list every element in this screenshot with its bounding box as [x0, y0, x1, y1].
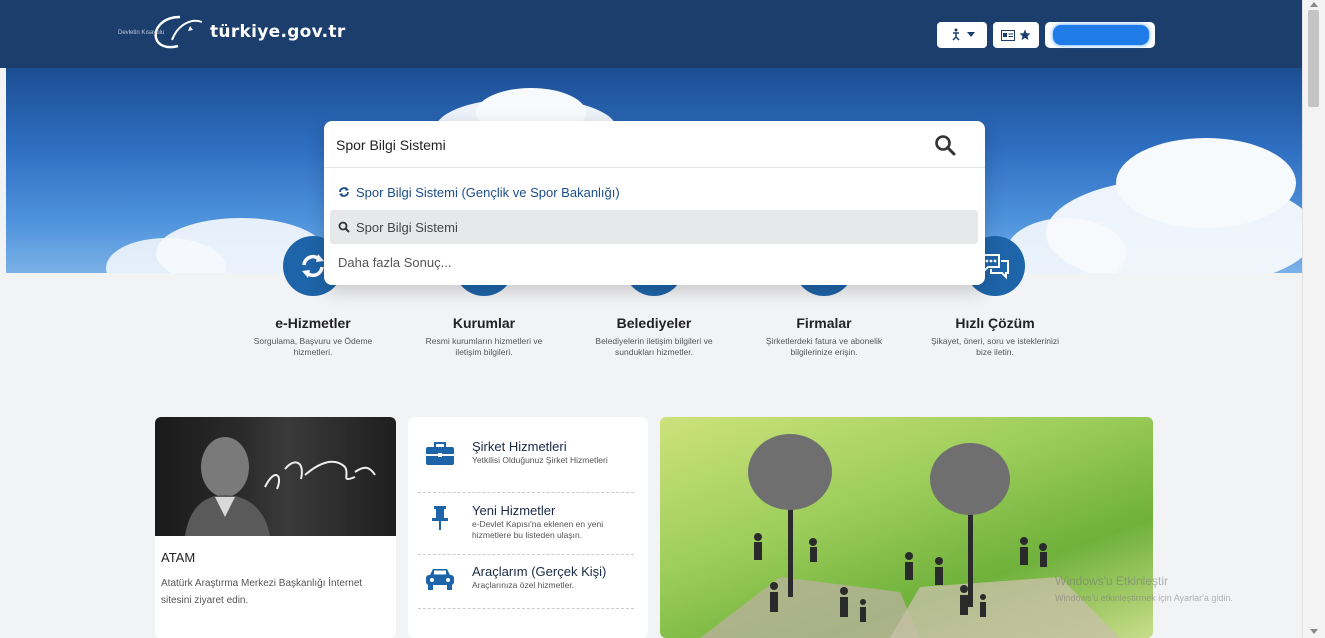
- logo-text: türkiye.gov.tr: [210, 22, 346, 42]
- caret-down-icon: [967, 32, 975, 37]
- atam-card[interactable]: ATAM Atatürk Araştırma Merkezi Başkanlığ…: [155, 417, 396, 638]
- suggestion-label: Spor Bilgi Sistemi: [356, 219, 458, 235]
- service-desc: Şirketlerdeki fatura ve abonelik bilgile…: [765, 336, 883, 357]
- list-item-title: Araçlarım (Gerçek Kişi): [472, 564, 607, 579]
- ataturk-photo: [155, 417, 396, 536]
- service-desc: Belediyelerin iletişim bilgileri ve sund…: [595, 336, 713, 357]
- site-logo[interactable]: türkiye.gov.tr: [150, 14, 346, 50]
- search-button[interactable]: [928, 129, 962, 161]
- list-divider: [418, 608, 634, 609]
- service-title: e-Hizmetler: [275, 315, 351, 331]
- scroll-up-arrow-icon[interactable]: [1310, 2, 1318, 7]
- suggestion-item[interactable]: Spor Bilgi Sistemi (Gençlik ve Spor Baka…: [330, 175, 978, 209]
- service-title: Belediyeler: [616, 315, 692, 331]
- favorites-button[interactable]: [993, 22, 1039, 48]
- list-item-desc: Yetkilisi Olduğunuz Şirket Hizmetleri: [472, 455, 608, 465]
- service-desc: Şikayet, öneri, soru ve isteklerinizi bi…: [930, 336, 1060, 357]
- atam-title: ATAM: [161, 550, 196, 565]
- search-icon: [935, 135, 956, 156]
- service-title: Firmalar: [796, 315, 852, 331]
- list-divider: [418, 492, 634, 493]
- ataturk-portrait-illustration: [185, 437, 376, 536]
- list-item-title: Yeni Hizmetler: [472, 503, 556, 518]
- list-item-araclarim[interactable]: Araçlarım (Gerçek Kişi) Araçlarınıza öze…: [420, 564, 634, 594]
- service-title: Hızlı Çözüm: [955, 315, 1035, 331]
- list-item-desc: e-Devlet Kapısı'na eklenen en yeni hizme…: [472, 519, 604, 540]
- family-tree-banner[interactable]: [660, 417, 1153, 638]
- logo-tagline: Devletin Kısayolu: [118, 30, 165, 36]
- list-item-desc: Araçlarınıza özel hizmetler.: [472, 580, 575, 590]
- refresh-icon: [339, 187, 349, 197]
- service-desc: Resmi kurumların hizmetleri ve iletişim …: [425, 336, 543, 357]
- list-item-title: Şirket Hizmetleri: [472, 439, 567, 454]
- watermark-title: Windows'u Etkinleştir: [1055, 574, 1168, 588]
- list-divider: [418, 554, 634, 555]
- watermark-subtitle: Windows'u etkinleştirmek için Ayarlar'a …: [1055, 593, 1233, 603]
- suggestion-label: Spor Bilgi Sistemi (Gençlik ve Spor Baka…: [356, 184, 620, 200]
- scroll-thumb[interactable]: [1308, 10, 1319, 107]
- search-panel: Spor Bilgi Sistemi (Gençlik ve Spor Baka…: [324, 121, 985, 285]
- star-icon: [1019, 29, 1031, 40]
- list-item-yeni-hizmetler[interactable]: Yeni Hizmetler e-Devlet Kapısı'na eklene…: [420, 503, 634, 541]
- search-input[interactable]: [336, 133, 916, 157]
- search-icon: [338, 221, 350, 233]
- top-bar: türkiye.gov.tr Devletin Kısayolu: [0, 0, 1302, 68]
- accessibility-button[interactable]: [937, 22, 987, 48]
- family-tree-illustration: [700, 434, 1120, 638]
- pin-icon: [420, 503, 460, 533]
- list-item-sirket-hizmetleri[interactable]: Şirket Hizmetleri Yetkilisi Olduğunuz Şi…: [420, 439, 634, 469]
- user-menu-button[interactable]: [1045, 22, 1155, 48]
- redacted-username: [1053, 25, 1149, 45]
- windows-activation-watermark: Windows'u Etkinleştir Windows'u etkinleş…: [1055, 574, 1233, 603]
- suggestion-item[interactable]: Spor Bilgi Sistemi: [330, 210, 978, 244]
- accessibility-icon: [952, 28, 960, 41]
- quick-links-card: Şirket Hizmetleri Yetkilisi Olduğunuz Şi…: [408, 417, 648, 638]
- service-desc: Sorgulama, Başvuru ve Ödeme hizmetleri.: [253, 336, 373, 357]
- briefcase-icon: [420, 439, 460, 469]
- search-divider: [324, 167, 985, 168]
- id-card-icon: [1001, 29, 1015, 41]
- scroll-down-arrow-icon[interactable]: [1310, 629, 1318, 634]
- atam-description: Atatürk Araştırma Merkezi Başkanlığı İnt…: [161, 578, 363, 606]
- car-icon: [420, 564, 460, 594]
- more-results-link[interactable]: Daha fazla Sonuç...: [330, 245, 978, 279]
- page-scrollbar[interactable]: [1302, 0, 1325, 638]
- service-title: Kurumlar: [452, 315, 516, 331]
- top-actions: [937, 22, 1155, 48]
